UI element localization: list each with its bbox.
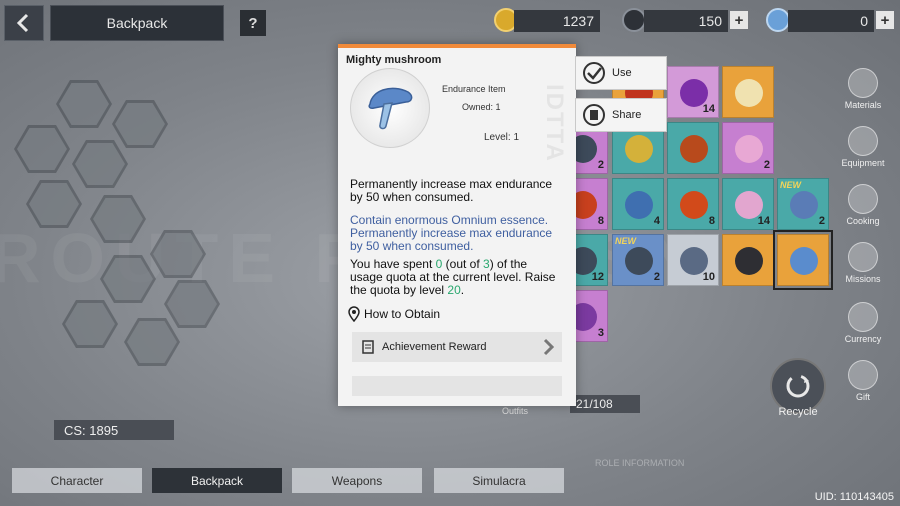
inventory-item[interactable]: NEW 2 [612, 234, 664, 286]
sidebar-item-cooking[interactable]: Cooking [838, 184, 888, 226]
back-button[interactable] [4, 5, 44, 41]
inventory-item[interactable]: 10 [667, 234, 719, 286]
scroll-icon [362, 340, 374, 354]
inventory-item[interactable] [722, 234, 774, 286]
item-icon [735, 247, 763, 275]
new-badge: NEW [780, 180, 801, 190]
backpack-capacity: 21/108 [570, 395, 640, 413]
equipment-icon [848, 126, 878, 156]
item-name: Mighty mushroom [346, 54, 442, 66]
item-quantity: 10 [702, 271, 715, 283]
user-id: UID: 110143405 [814, 491, 894, 503]
dark-crystal-icon [622, 8, 646, 32]
recycle-icon [786, 374, 810, 398]
item-quantity: 12 [591, 271, 604, 283]
missions-icon [848, 242, 878, 272]
item-quantity: 3 [597, 327, 604, 339]
location-pin-icon [348, 306, 360, 322]
gold-amount: 1237 [514, 10, 600, 32]
back-arrow-icon [16, 13, 29, 33]
add-tanium-button[interactable]: + [876, 11, 894, 29]
role-information-label: ROLE INFORMATION [595, 458, 685, 468]
item-quantity: 14 [702, 103, 715, 115]
item-icon [680, 191, 708, 219]
use-button[interactable]: Use [575, 56, 667, 90]
tab-weapons[interactable]: Weapons [292, 468, 422, 493]
tab-simulacra[interactable]: Simulacra [434, 468, 564, 493]
quota-total: 3 [483, 257, 490, 271]
inventory-item[interactable] [667, 122, 719, 174]
mushroom-icon [368, 87, 413, 130]
inventory-item[interactable] [773, 230, 833, 290]
item-owned: Owned: 1 [462, 102, 501, 112]
tanium-icon [766, 8, 790, 32]
item-icon-frame [350, 68, 430, 148]
inventory-item[interactable]: 8 [667, 178, 719, 230]
inventory-item[interactable]: 2 [722, 122, 774, 174]
item-icon [625, 135, 653, 163]
modal-watermark: IDTTA [541, 84, 568, 163]
inventory-item[interactable]: 14 [667, 66, 719, 118]
inventory-item[interactable]: 4 [612, 178, 664, 230]
sidebar-item-materials[interactable]: Materials [838, 68, 888, 110]
item-lore: Contain enormous Omnium essence. Permane… [350, 213, 553, 253]
item-detail-modal: Mighty mushroom IDTTA Endurance Item Own… [338, 44, 576, 406]
tab-backpack[interactable]: Backpack [152, 468, 282, 493]
item-type: Endurance Item [442, 84, 506, 94]
item-effect: Permanently increase max endurance by 50… [350, 177, 553, 204]
dark-crystal-amount: 150 [644, 10, 728, 32]
new-badge: NEW [615, 236, 636, 246]
item-quantity: 2 [763, 159, 770, 171]
item-level: Level: 1 [484, 132, 520, 143]
combat-score: CS: 1895 [54, 420, 174, 440]
item-quantity: 4 [653, 215, 660, 227]
chevron-right-icon [543, 338, 554, 356]
check-circle-icon [583, 62, 605, 84]
item-icon [790, 191, 818, 219]
item-icon [735, 135, 763, 163]
obtain-source-row[interactable] [352, 376, 562, 396]
sidebar-item-currency[interactable]: Currency [838, 302, 888, 344]
tab-character[interactable]: Character [12, 468, 142, 493]
item-icon [680, 135, 708, 163]
item-quantity: 8 [597, 215, 604, 227]
item-icon [735, 79, 763, 107]
item-quantity: 2 [597, 159, 604, 171]
item-icon [625, 191, 653, 219]
add-dark-crystal-button[interactable]: + [730, 11, 748, 29]
outfits-label[interactable]: Outfits [502, 406, 528, 416]
item-icon [790, 247, 818, 275]
how-to-obtain-header: How to Obtain [348, 306, 440, 322]
inventory-item[interactable]: 14 [722, 178, 774, 230]
inventory-item[interactable] [722, 66, 774, 118]
materials-icon [848, 68, 878, 98]
sidebar-item-gift[interactable]: Gift [838, 360, 888, 402]
currency-icon [848, 302, 878, 332]
top-bar: Backpack ? 1237 150 + 0 + [0, 0, 900, 44]
item-quantity: 2 [653, 271, 660, 283]
usage-quota: You have spent 0 (out of 3) of the usage… [350, 257, 556, 297]
page-title: Backpack [50, 5, 224, 41]
sidebar-item-equipment[interactable]: Equipment [838, 126, 888, 168]
item-quantity: 2 [818, 215, 825, 227]
recycle-label: Recycle [778, 406, 818, 418]
share-icon [583, 104, 605, 126]
sidebar-item-missions[interactable]: Missions [838, 242, 888, 284]
item-quantity: 8 [708, 215, 715, 227]
quota-level: 20 [447, 283, 461, 297]
item-icon [625, 247, 653, 275]
tanium-amount: 0 [788, 10, 874, 32]
help-button[interactable]: ? [240, 10, 266, 36]
gift-icon [848, 360, 878, 390]
item-quantity: 14 [757, 215, 770, 227]
obtain-source-achievement-reward[interactable]: Achievement Reward [352, 332, 562, 362]
cooking-icon [848, 184, 878, 214]
inventory-item[interactable]: NEW 2 [777, 178, 829, 230]
share-button[interactable]: Share [575, 98, 667, 132]
